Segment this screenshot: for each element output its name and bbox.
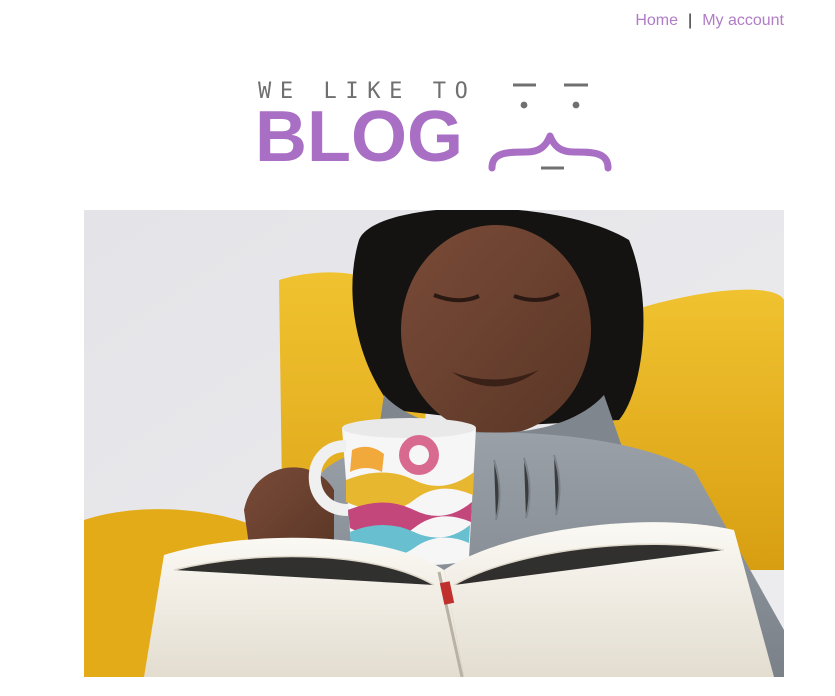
nav-separator: |	[688, 12, 693, 29]
logo-wordmark: BLOG	[255, 97, 463, 177]
home-link[interactable]: Home	[635, 11, 678, 31]
site-logo[interactable]: WE LIKE TO BLOG	[255, 80, 613, 177]
curly-brace-face-icon	[488, 83, 612, 172]
my-account-link[interactable]: My account	[702, 11, 784, 31]
page: Home | My account WE LIKE TO BLOG	[0, 0, 835, 696]
hero-image	[84, 210, 784, 677]
woman-reading-book-with-mug-photo	[84, 210, 784, 677]
top-nav: Home | My account	[635, 11, 784, 31]
